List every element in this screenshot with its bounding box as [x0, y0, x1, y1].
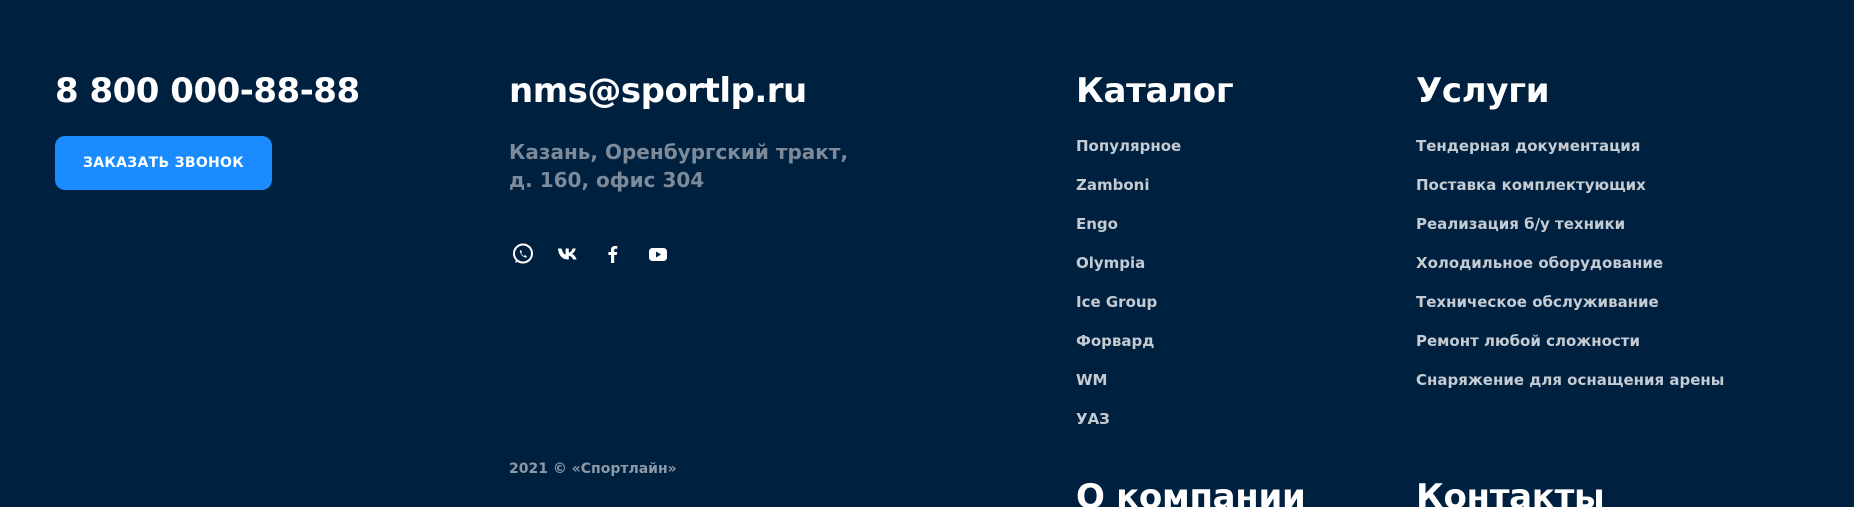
catalog-item-ice-group[interactable]: Ice Group	[1076, 292, 1181, 331]
phone-number[interactable]: 8 800 000-88-88	[55, 68, 360, 114]
social-links	[509, 240, 672, 268]
vk-icon[interactable]	[554, 240, 582, 268]
facebook-icon[interactable]	[599, 240, 627, 268]
services-item-supply[interactable]: Поставка комплектующих	[1416, 175, 1724, 214]
youtube-icon[interactable]	[644, 240, 672, 268]
services-heading: Услуги	[1416, 71, 1550, 111]
catalog-item-zamboni[interactable]: Zamboni	[1076, 175, 1181, 214]
about-heading: О компании	[1076, 477, 1306, 507]
services-list: Тендерная документация Поставка комплект…	[1416, 136, 1724, 409]
callback-button[interactable]: ЗАКАЗАТЬ ЗВОНОК	[55, 136, 272, 190]
whatsapp-icon[interactable]	[509, 240, 537, 268]
copyright-text: 2021 © «Спортлайн»	[509, 461, 677, 477]
address-text: Казань, Оренбургский тракт, д. 160, офис…	[509, 140, 849, 192]
services-item-arena-gear[interactable]: Снаряжение для оснащения арены	[1416, 370, 1724, 409]
services-item-repair[interactable]: Ремонт любой сложности	[1416, 331, 1724, 370]
catalog-item-forward[interactable]: Форвард	[1076, 331, 1181, 370]
catalog-item-olympia[interactable]: Olympia	[1076, 253, 1181, 292]
contacts-heading: Контакты	[1416, 477, 1605, 507]
catalog-item-popular[interactable]: Популярное	[1076, 136, 1181, 175]
catalog-item-engo[interactable]: Engo	[1076, 214, 1181, 253]
services-item-refrigeration[interactable]: Холодильное оборудование	[1416, 253, 1724, 292]
catalog-item-uaz[interactable]: УАЗ	[1076, 409, 1181, 448]
catalog-heading: Каталог	[1076, 71, 1234, 111]
email-link[interactable]: nms@sportlp.ru	[509, 68, 807, 114]
services-item-used-equipment[interactable]: Реализация б/у техники	[1416, 214, 1724, 253]
catalog-item-wm[interactable]: WM	[1076, 370, 1181, 409]
services-item-tender[interactable]: Тендерная документация	[1416, 136, 1724, 175]
site-footer: 8 800 000-88-88 ЗАКАЗАТЬ ЗВОНОК nms@spor…	[0, 0, 1854, 507]
catalog-list: Популярное Zamboni Engo Olympia Ice Grou…	[1076, 136, 1181, 448]
services-item-maintenance[interactable]: Техническое обслуживание	[1416, 292, 1724, 331]
